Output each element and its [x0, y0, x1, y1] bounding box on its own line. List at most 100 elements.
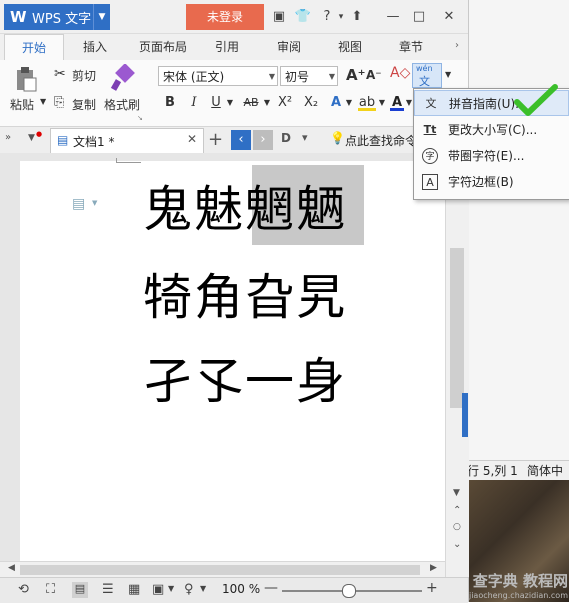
document-title: 文档1 * [73, 135, 115, 149]
tab-prev-button[interactable]: ‹ [231, 130, 251, 150]
title-bar: W WPS 文字 ▼ 未登录 ▣ 👕 ? ▾ ⬆ — □ ✕ [0, 0, 468, 34]
tab-view[interactable]: 视图 [325, 34, 375, 60]
browse-object-icon[interactable]: ○ [453, 522, 461, 532]
paste-dropdown-icon[interactable]: ▼ [40, 97, 46, 106]
side-panel-tab[interactable] [462, 393, 468, 437]
pinyin-dropdown-icon[interactable]: ▼ [445, 70, 451, 79]
shrink-font-icon[interactable]: A⁻ [366, 68, 382, 82]
eye-dropdown-icon[interactable]: ▼ [200, 584, 206, 593]
tabs-scroll-icon[interactable]: › [455, 40, 459, 51]
language-status: 简体中 [527, 464, 564, 478]
clear-format-icon[interactable]: A◇ [390, 65, 410, 81]
highlight-icon[interactable]: ab [358, 94, 376, 111]
menu-item-char-border[interactable]: A 字符边框(B) [414, 169, 569, 195]
pinyin-guide-button[interactable]: wén 文 [412, 63, 442, 88]
history-icon[interactable]: ⟲ [18, 582, 29, 597]
maximize-icon[interactable]: □ [410, 8, 428, 26]
document-tab[interactable]: ▤ 文档1 * ✕ [50, 128, 204, 153]
paste-button[interactable]: 粘贴 [10, 96, 34, 113]
tab-next-button[interactable]: › [253, 130, 273, 150]
bulb-icon: 💡 [330, 131, 345, 145]
login-button[interactable]: 未登录 [186, 4, 264, 30]
tab-page-layout[interactable]: 页面布局 [128, 34, 198, 60]
underline-dropdown-icon[interactable]: ▼ [224, 94, 236, 112]
superscript-button[interactable]: X² [274, 94, 296, 112]
quick-access-dropdown-icon[interactable]: ▼ [28, 133, 35, 143]
eye-protection-icon[interactable]: ♀ [184, 582, 194, 597]
scroll-thumb[interactable] [450, 248, 464, 408]
hscroll-thumb[interactable] [20, 565, 420, 575]
next-page-icon[interactable]: ⌄ [453, 539, 461, 550]
font-color-dropdown-icon[interactable]: ▼ [405, 94, 413, 112]
scroll-left-icon[interactable]: ◀ [8, 563, 15, 573]
strike-dropdown-icon[interactable]: ▼ [262, 94, 272, 112]
document-line-3[interactable]: 孑孓一身 [143, 342, 347, 413]
underline-button[interactable]: U [208, 94, 224, 112]
watermark: 查字典 教程网 jiaocheng.chazidian.com [398, 570, 568, 602]
restore-ribbon-icon[interactable]: ⬆ [348, 8, 366, 26]
menu-item-change-case[interactable]: Tt 更改大小写(C)... [414, 117, 569, 143]
copy-icon[interactable]: ⎘ [54, 95, 64, 110]
chevron-down-icon: ▼ [328, 72, 335, 81]
pinyin-icon: 文 [419, 75, 430, 88]
subscript-button[interactable]: X₂ [300, 94, 322, 112]
horizontal-scrollbar[interactable]: ◀ ▶ [0, 561, 445, 578]
doc-list-dropdown-icon[interactable]: ▾ [302, 131, 308, 144]
highlight-dropdown-icon[interactable]: ▼ [377, 94, 387, 112]
find-command-input[interactable]: 点此查找命令 [345, 132, 417, 149]
web-view-icon[interactable]: ▦ [128, 582, 140, 597]
page-view-icon[interactable]: ▤ [72, 582, 88, 598]
new-tab-icon[interactable]: + [208, 129, 223, 150]
tab-home[interactable]: 开始 [4, 34, 64, 61]
zoom-slider-thumb[interactable] [342, 584, 356, 598]
grow-font-icon[interactable]: A⁺ [346, 66, 366, 84]
page-icon-dropdown[interactable]: ▼ [92, 199, 97, 207]
font-name-select[interactable]: 宋体 (正文) ▼ [158, 66, 278, 86]
menu-item-enclosed-chars[interactable]: 字 带圈字符(E)... [414, 143, 569, 169]
expand-icon[interactable]: » [5, 132, 11, 143]
prev-page-icon[interactable]: ⌃ [453, 505, 461, 516]
wps-logo-icon: W [10, 8, 27, 26]
document-icon: ▤ [57, 133, 69, 147]
minimize-icon[interactable]: — [384, 8, 402, 26]
outline-view-icon[interactable]: ☰ [102, 582, 114, 597]
tab-review[interactable]: 审阅 [264, 34, 314, 60]
clipboard-launcher-icon[interactable]: ↘ [137, 114, 143, 122]
wps-window: W WPS 文字 ▼ 未登录 ▣ 👕 ? ▾ ⬆ — □ ✕ 开始 插入 页面布… [0, 0, 469, 603]
format-painter-icon[interactable] [110, 63, 136, 92]
doc-list-icon[interactable]: D [281, 131, 291, 145]
shirt-icon[interactable]: 👕 [294, 8, 312, 26]
page-icon[interactable]: ▤ [72, 196, 85, 212]
fullscreen-icon[interactable]: ⛶ [46, 582, 55, 597]
tab-insert[interactable]: 插入 [70, 34, 120, 60]
chevron-down-icon[interactable]: ▼ [93, 4, 110, 30]
text-effect-icon[interactable]: A [328, 94, 344, 112]
app-menu-button[interactable]: W WPS 文字 ▼ [4, 4, 110, 30]
document-line-2[interactable]: 犄角旮旯 [143, 258, 347, 329]
vertical-scrollbar[interactable]: ▼ ⌃ ○ ⌄ [445, 153, 469, 577]
cut-button[interactable]: 剪切 [72, 67, 96, 84]
skin-icon[interactable]: ▣ [270, 8, 288, 26]
close-icon[interactable]: ✕ [440, 8, 458, 26]
view-dropdown-icon[interactable]: ▼ [168, 584, 174, 593]
document-line-1[interactable]: 鬼魅魍魉 [143, 170, 347, 241]
pinyin-guide-icon: 文 [425, 97, 437, 110]
scroll-down-icon[interactable]: ▼ [453, 488, 460, 498]
paste-icon[interactable] [14, 66, 38, 92]
font-color-icon[interactable]: A [390, 94, 404, 111]
copy-button[interactable]: 复制 [72, 96, 96, 113]
strikethrough-button[interactable]: AB [240, 94, 262, 112]
scissors-icon[interactable]: ✂ [54, 66, 66, 82]
bold-button[interactable]: B [162, 94, 178, 112]
close-tab-icon[interactable]: ✕ [187, 132, 197, 146]
zoom-out-icon[interactable]: — [264, 580, 278, 596]
italic-button[interactable]: I [186, 94, 202, 112]
text-effect-dropdown-icon[interactable]: ▼ [344, 94, 354, 112]
tab-chapter[interactable]: 章节 [386, 34, 436, 60]
font-size-select[interactable]: 初号 ▼ [280, 66, 338, 86]
zoom-level[interactable]: 100 % [222, 582, 260, 596]
watermark-url: jiaocheng.chazidian.com [468, 591, 568, 600]
tab-references[interactable]: 引用 [202, 34, 252, 60]
format-painter-button[interactable]: 格式刷 [104, 96, 140, 113]
read-view-icon[interactable]: ▣ [152, 582, 164, 597]
